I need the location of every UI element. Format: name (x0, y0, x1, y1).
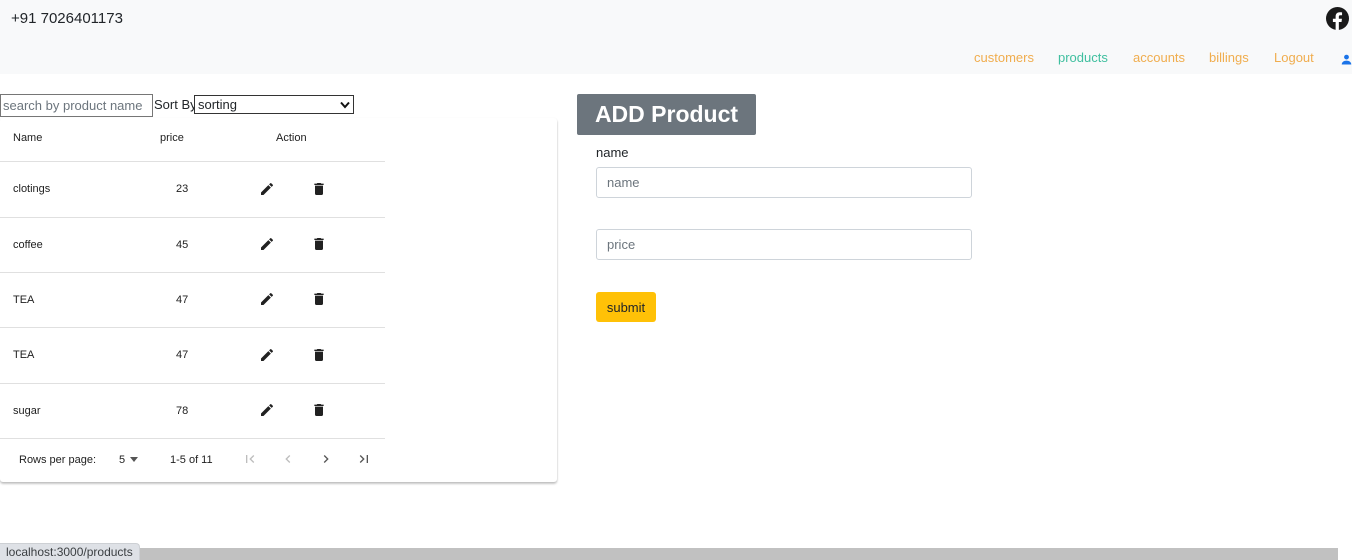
column-header-name: Name (13, 132, 43, 144)
name-input[interactable] (596, 167, 972, 198)
nav-accounts[interactable]: accounts (1133, 50, 1185, 65)
divider (0, 161, 385, 162)
edit-icon[interactable] (259, 236, 275, 252)
rows-per-page-label: Rows per page: (19, 454, 97, 466)
pagination-range: 1-5 of 11 (170, 454, 213, 466)
sort-by-label: Sort By (154, 97, 197, 112)
phone-number: +91 7026401173 (11, 10, 123, 27)
caret-down-icon[interactable] (130, 457, 138, 462)
row-5-name: sugar (13, 405, 41, 417)
last-page-icon[interactable] (356, 451, 372, 467)
user-icon[interactable] (1341, 54, 1352, 65)
divider (0, 438, 385, 439)
facebook-icon[interactable] (1326, 7, 1349, 30)
edit-icon[interactable] (259, 291, 275, 307)
delete-icon[interactable] (311, 181, 327, 197)
divider (0, 383, 385, 384)
row-2-name: coffee (13, 239, 43, 251)
nav-billings[interactable]: billings (1209, 50, 1249, 65)
edit-icon[interactable] (259, 347, 275, 363)
delete-icon[interactable] (311, 236, 327, 252)
edit-icon[interactable] (259, 181, 275, 197)
nav-products[interactable]: products (1058, 50, 1108, 65)
delete-icon[interactable] (311, 347, 327, 363)
row-3-name: TEA (13, 294, 35, 306)
name-label: name (596, 145, 629, 160)
row-4-name: TEA (13, 349, 35, 361)
edit-icon[interactable] (259, 402, 275, 418)
row-4-price: 47 (176, 349, 189, 361)
sort-select-value: sorting (198, 97, 238, 112)
delete-icon[interactable] (311, 402, 327, 418)
horizontal-scrollbar[interactable] (0, 548, 1338, 560)
next-page-icon[interactable] (318, 451, 334, 467)
row-2-price: 45 (176, 239, 189, 251)
nav-logout[interactable]: Logout (1274, 50, 1314, 65)
add-product-title: ADD Product (577, 94, 756, 135)
submit-button[interactable]: submit (596, 292, 656, 322)
divider (0, 217, 385, 218)
previous-page-icon[interactable] (280, 451, 296, 467)
products-table-card (0, 118, 557, 482)
divider (0, 327, 385, 328)
rows-per-page-select[interactable]: 5 (119, 454, 125, 466)
row-1-price: 23 (176, 183, 189, 195)
column-header-action: Action (276, 132, 307, 144)
row-5-price: 78 (176, 405, 189, 417)
divider (0, 272, 385, 273)
price-input[interactable] (596, 229, 972, 260)
row-3-price: 47 (176, 294, 189, 306)
first-page-icon[interactable] (242, 451, 258, 467)
chevron-down-icon (340, 101, 350, 109)
row-1-name: clotings (13, 183, 51, 195)
search-input[interactable] (0, 94, 153, 117)
nav-customers[interactable]: customers (974, 50, 1034, 65)
sort-select[interactable]: sorting (194, 95, 354, 114)
column-header-price: price (160, 132, 184, 144)
delete-icon[interactable] (311, 291, 327, 307)
status-bar-url: localhost:3000/products (0, 543, 140, 560)
